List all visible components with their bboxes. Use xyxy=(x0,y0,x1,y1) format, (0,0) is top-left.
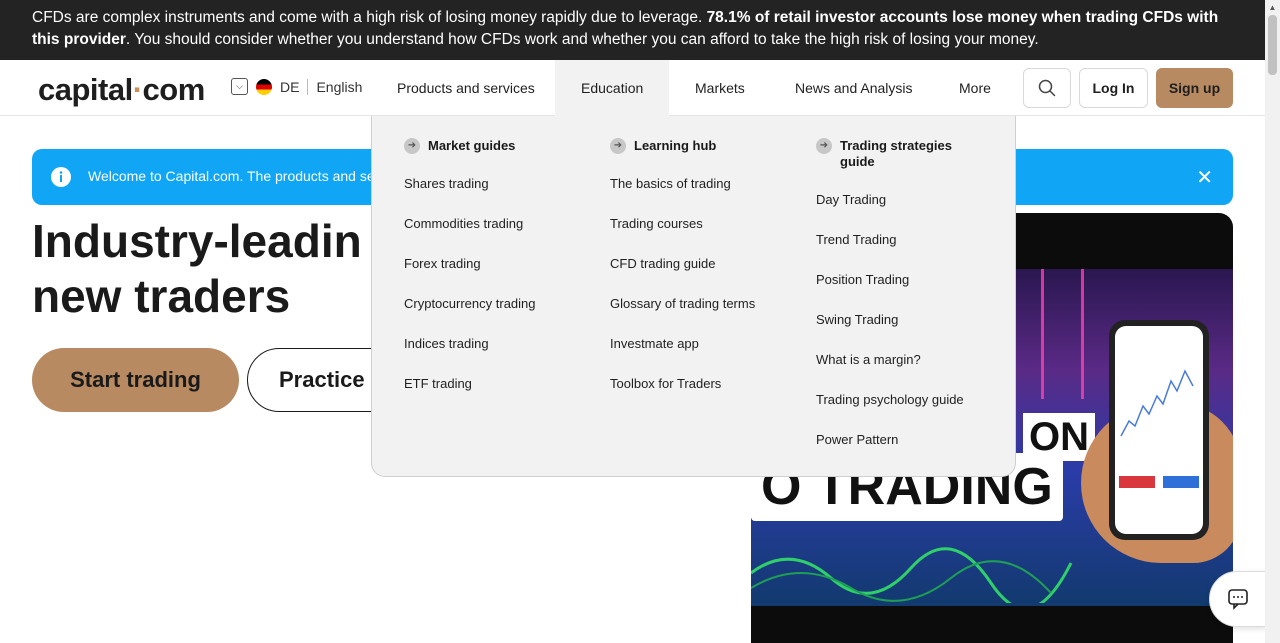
menu-link[interactable]: Swing Trading xyxy=(816,300,970,340)
nav-news[interactable]: News and Analysis xyxy=(769,60,939,116)
menu-link[interactable]: Toolbox for Traders xyxy=(610,364,764,404)
risk-text-end: . You should consider whether you unders… xyxy=(125,31,1039,48)
logo-text-a: capital xyxy=(38,72,133,107)
nav-education-label[interactable]: Education xyxy=(555,60,670,116)
menu-link[interactable]: Glossary of trading terms xyxy=(610,284,764,324)
phone-screen xyxy=(1115,326,1203,534)
menu-link[interactable]: Shares trading xyxy=(404,164,558,204)
menu-link[interactable]: What is a margin? xyxy=(816,340,970,380)
region-divider xyxy=(307,78,309,95)
risk-warning-banner: CFDs are complex instruments and come wi… xyxy=(0,0,1265,60)
nav-more-label[interactable]: More xyxy=(933,60,1017,116)
nav-markets[interactable]: Markets xyxy=(669,60,771,116)
logo-text-b: com xyxy=(142,72,206,107)
arrow-right-icon: ➜ xyxy=(816,138,832,154)
nav-news-label[interactable]: News and Analysis xyxy=(769,60,939,116)
info-icon xyxy=(51,167,71,187)
region-code[interactable]: DE xyxy=(280,79,299,95)
start-trading-button[interactable]: Start trading xyxy=(32,348,239,412)
search-button[interactable] xyxy=(1023,68,1071,108)
hero-title: Industry-leadin new traders xyxy=(32,214,362,324)
phone-image xyxy=(1109,320,1209,540)
menu-heading-market-guides[interactable]: ➜ Market guides xyxy=(404,138,558,154)
logo-dot: · xyxy=(132,72,143,107)
nav-products[interactable]: Products and services xyxy=(371,60,561,116)
menu-heading-label: Learning hub xyxy=(634,138,717,153)
nav-education[interactable]: Education xyxy=(555,60,670,116)
login-button[interactable]: Log In xyxy=(1079,68,1148,108)
menu-heading-trading-strategies[interactable]: ➜ Trading strategies guide xyxy=(816,138,970,170)
nav-products-label[interactable]: Products and services xyxy=(371,60,561,116)
chat-icon xyxy=(1228,589,1248,610)
menu-column-trading-strategies: ➜ Trading strategies guide Day Trading Tr… xyxy=(816,138,970,460)
hero-title-line1: Industry-leadin xyxy=(32,215,362,267)
arrow-right-icon: ➜ xyxy=(404,138,420,154)
menu-link[interactable]: CFD trading guide xyxy=(610,244,764,284)
menu-link[interactable]: Power Pattern xyxy=(816,420,970,460)
germany-flag-icon xyxy=(256,78,272,95)
menu-link[interactable]: Position Trading xyxy=(816,260,970,300)
phone-chart-graphic xyxy=(1119,369,1199,488)
chevron-down-icon[interactable]: ⌵ xyxy=(231,78,248,95)
scroll-up-arrow-icon[interactable]: ▲ xyxy=(1265,0,1280,15)
region-language-selector[interactable]: ⌵ DE English xyxy=(231,78,362,95)
menu-heading-label: Trading strategies guide xyxy=(840,138,952,169)
arrow-right-icon: ➜ xyxy=(610,138,626,154)
close-icon[interactable]: ✕ xyxy=(1196,165,1213,190)
scroll-thumb[interactable] xyxy=(1268,15,1277,75)
site-header: capital·com ⌵ DE English Products and se… xyxy=(0,60,1265,116)
search-icon xyxy=(1038,79,1056,97)
menu-link[interactable]: The basics of trading xyxy=(610,164,764,204)
capital-com-logo[interactable]: capital·com xyxy=(38,72,205,108)
page-scrollbar[interactable]: ▲ xyxy=(1265,0,1280,643)
menu-link[interactable]: Commodities trading xyxy=(404,204,558,244)
nav-more[interactable]: More xyxy=(933,60,1017,116)
menu-link[interactable]: ETF trading xyxy=(404,364,558,404)
video-light-streak xyxy=(1041,269,1044,399)
menu-link[interactable]: Investmate app xyxy=(610,324,764,364)
language-label[interactable]: English xyxy=(316,79,362,95)
nav-markets-label[interactable]: Markets xyxy=(669,60,771,116)
menu-heading-learning-hub[interactable]: ➜ Learning hub xyxy=(610,138,764,154)
education-mega-menu: ➜ Market guides Shares trading Commoditie… xyxy=(371,116,1016,477)
risk-text-start: CFDs are complex instruments and come wi… xyxy=(32,9,707,26)
menu-link[interactable]: Forex trading xyxy=(404,244,558,284)
menu-column-market-guides: ➜ Market guides Shares trading Commoditie… xyxy=(404,138,558,404)
chat-button[interactable] xyxy=(1209,571,1267,627)
hero-title-line2: new traders xyxy=(32,270,291,322)
menu-link[interactable]: Cryptocurrency trading xyxy=(404,284,558,324)
menu-link[interactable]: Indices trading xyxy=(404,324,558,364)
menu-link[interactable]: Trading courses xyxy=(610,204,764,244)
welcome-message: Welcome to Capital.com. The products and… xyxy=(88,168,387,184)
menu-column-learning-hub: ➜ Learning hub The basics of trading Trad… xyxy=(610,138,764,404)
menu-link[interactable]: Trading psychology guide xyxy=(816,380,970,420)
signup-button[interactable]: Sign up xyxy=(1156,68,1233,108)
video-light-streak xyxy=(1081,269,1084,399)
menu-heading-label: Market guides xyxy=(428,138,516,153)
menu-link[interactable]: Trend Trading xyxy=(816,220,970,260)
menu-link[interactable]: Day Trading xyxy=(816,180,970,220)
